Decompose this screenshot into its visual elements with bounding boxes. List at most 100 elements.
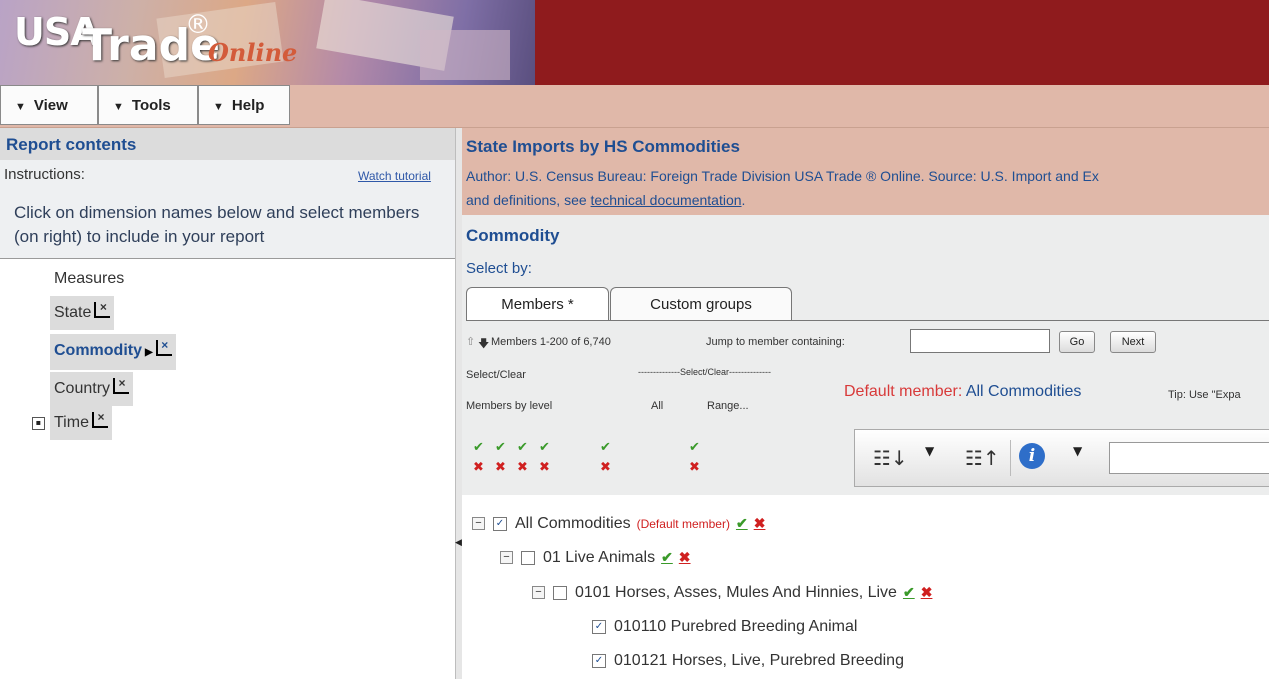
tab-custom-groups-label: Custom groups — [650, 296, 752, 313]
checkbox-checked[interactable]: ✓ — [592, 653, 606, 668]
dimension-measures[interactable]: Measures — [54, 262, 124, 296]
tree-row[interactable]: − ✓ All Commodities (Default member) ✔ ✖ — [472, 511, 765, 535]
dimension-country-label: Country — [54, 380, 111, 397]
toolbar-separator — [1010, 440, 1011, 476]
select-all-icon[interactable]: ✔ — [599, 441, 612, 454]
clear-level-2-icon[interactable]: ✖ — [494, 461, 507, 474]
select-children-icon[interactable]: ✔ — [661, 549, 673, 565]
jump-to-member-input[interactable] — [910, 329, 1050, 353]
checkbox-unchecked[interactable] — [553, 585, 567, 600]
select-range-icon[interactable]: ✔ — [688, 441, 701, 454]
tree-row-label: All Commodities — [515, 515, 631, 532]
author-text: Author: U.S. Census Bureau: Foreign Trad… — [466, 168, 1099, 184]
default-member-tag: (Default member) — [636, 517, 730, 531]
report-title: State Imports by HS Commodities — [466, 137, 740, 156]
instructions-box: Instructions: Watch tutorial Click on di… — [0, 160, 456, 259]
clear-all-icon[interactable]: ✖ — [599, 461, 612, 474]
tree-row-label: 010121 Horses, Live, Purebred Breeding — [614, 652, 904, 669]
dimension-state-label: State — [54, 304, 92, 321]
remove-icon[interactable]: × — [91, 411, 108, 428]
select-level-3-icon[interactable]: ✔ — [516, 441, 529, 454]
report-contents-title: Report contents — [6, 135, 137, 154]
triangle-down-icon: ▼ — [113, 101, 124, 113]
collapse-icon[interactable]: − — [472, 517, 485, 531]
select-children-icon[interactable]: ✔ — [736, 515, 748, 531]
menu-view[interactable]: ▼ View — [0, 85, 98, 125]
clear-range-icon[interactable]: ✖ — [688, 461, 701, 474]
time-grid-icon: ▪ — [32, 417, 45, 430]
tip-text: Tip: Use "Expa — [1168, 389, 1241, 401]
dimension-commodity-label: Commodity — [54, 342, 142, 359]
menu-view-label: View — [33, 97, 68, 114]
default-member-label: Default member: — [844, 383, 966, 400]
expand-tree-icon[interactable]: ☷↓ — [873, 446, 908, 470]
tree-row[interactable]: ✓ 010121 Horses, Live, Purebred Breeding — [592, 649, 904, 673]
menu-tools[interactable]: ▼ Tools — [98, 85, 198, 125]
logo-registered: ® — [185, 10, 211, 40]
report-panel: State Imports by HS Commodities Author: … — [462, 128, 1269, 679]
checkbox-unchecked[interactable] — [521, 550, 535, 565]
range-label: Range... — [707, 400, 749, 412]
select-clear-dashed-label: --------------Select/Clear-------------- — [638, 367, 771, 377]
collapse-icon[interactable]: − — [532, 586, 545, 600]
select-children-icon[interactable]: ✔ — [903, 584, 915, 600]
banner-artwork — [420, 30, 510, 80]
tab-members[interactable]: Members * — [466, 287, 609, 321]
banner-logo: USA Trade ® Online — [0, 0, 535, 85]
checkbox-checked[interactable]: ✓ — [493, 516, 507, 531]
menu-help[interactable]: ▼ Help — [198, 85, 290, 125]
triangle-down-icon: ▼ — [15, 101, 26, 113]
report-contents-panel: Report contents Instructions: Watch tuto… — [0, 128, 456, 679]
select-level-4-icon[interactable]: ✔ — [538, 441, 551, 454]
go-button[interactable]: Go — [1059, 331, 1095, 353]
select-by-label: Select by: — [466, 260, 532, 277]
tree-row-label: 0101 Horses, Asses, Mules And Hinnies, L… — [575, 584, 897, 601]
tree-row[interactable]: ✓ 010110 Purebred Breeding Animal — [592, 615, 857, 639]
clear-level-1-icon[interactable]: ✖ — [472, 461, 485, 474]
report-author: Author: U.S. Census Bureau: Foreign Trad… — [466, 164, 1266, 212]
toolbar-search-input[interactable] — [1109, 442, 1269, 474]
default-member-value: All Commodities — [965, 383, 1082, 400]
select-level-1-icon[interactable]: ✔ — [472, 441, 485, 454]
clear-children-icon[interactable]: ✖ — [921, 584, 933, 600]
collapse-icon[interactable]: − — [500, 551, 513, 565]
expand-dropdown-icon[interactable]: ▼ — [925, 444, 934, 458]
dimension-commodity[interactable]: Commodity ▶× — [50, 334, 176, 370]
next-button[interactable]: Next — [1110, 331, 1156, 353]
tab-divider — [466, 320, 1269, 321]
tree-row[interactable]: − 0101 Horses, Asses, Mules And Hinnies, … — [532, 580, 932, 604]
tab-members-label: Members * — [501, 296, 574, 313]
clear-children-icon[interactable]: ✖ — [679, 549, 691, 565]
remove-icon[interactable]: × — [94, 301, 111, 318]
info-dropdown-icon[interactable]: ▼ — [1073, 444, 1082, 458]
page-up-icon[interactable]: ⇧ — [466, 335, 475, 348]
dimension-country[interactable]: Country × — [50, 372, 134, 406]
definitions-suffix: . — [741, 192, 746, 208]
default-member: Default member: All Commodities — [844, 383, 1081, 401]
clear-children-icon[interactable]: ✖ — [754, 515, 766, 531]
tree-row-label: 010110 Purebred Breeding Animal — [614, 618, 858, 635]
report-contents-header: Report contents — [0, 128, 456, 160]
all-label: All — [651, 400, 664, 412]
collapse-tree-icon[interactable]: ☷↑ — [965, 446, 1000, 470]
dimension-time[interactable]: Time × — [50, 406, 112, 440]
technical-documentation-link[interactable]: technical documentation — [591, 192, 742, 208]
remove-icon[interactable]: × — [113, 377, 130, 394]
remove-icon[interactable]: × — [155, 339, 172, 356]
select-level-2-icon[interactable]: ✔ — [494, 441, 507, 454]
collapse-arrow-icon[interactable]: ◀ — [455, 538, 462, 548]
clear-level-4-icon[interactable]: ✖ — [538, 461, 551, 474]
page-down-icon[interactable]: 🡇 — [478, 335, 489, 354]
members-by-level-label: Members by level — [466, 400, 553, 412]
checkbox-checked[interactable]: ✓ — [592, 619, 606, 634]
triangle-down-icon: ▼ — [213, 101, 224, 113]
menu-tools-label: Tools — [131, 97, 171, 114]
info-icon[interactable]: i — [1019, 443, 1045, 469]
clear-level-3-icon[interactable]: ✖ — [516, 461, 529, 474]
menu-help-label: Help — [231, 97, 265, 114]
menu-bar: ▼ View ▼ Tools ▼ Help — [0, 85, 1269, 128]
tab-custom-groups[interactable]: Custom groups — [610, 287, 792, 321]
watch-tutorial-link[interactable]: Watch tutorial — [358, 169, 431, 183]
dimension-state[interactable]: State × — [50, 296, 115, 330]
tree-row[interactable]: − 01 Live Animals ✔ ✖ — [500, 545, 691, 569]
